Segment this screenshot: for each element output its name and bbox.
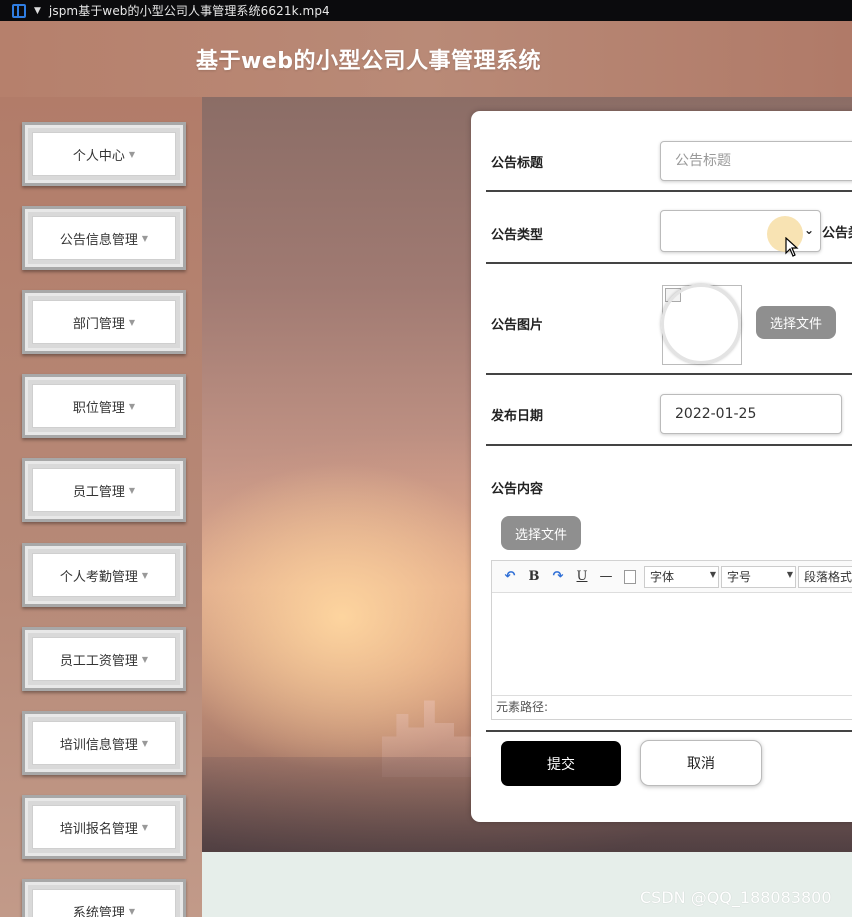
sidebar-item-label: 部门管理 [72, 316, 125, 332]
site-title: 基于web的小型公司人事管理系统 [196, 49, 541, 74]
dropdown-arrow-icon: ▼ [128, 906, 136, 916]
sidebar-item-label: 公告信息管理 [59, 232, 138, 248]
dropdown-arrow-icon: ▼ [128, 317, 136, 327]
sidebar: 个人中心 ▼ 公告信息管理 ▼ 部门管理 ▼ 职位管理 ▼ 员工管理 ▼ 个人考勤管理 ▼ … [0, 97, 202, 917]
window-title: jspm基于web的小型公司人事管理系统6621k.mp4 [48, 4, 330, 18]
chevron-down-icon: ⌄ [803, 223, 814, 237]
editor-content-area[interactable] [492, 593, 852, 693]
image-preview[interactable] [661, 284, 742, 365]
sidebar-item-label: 职位管理 [72, 400, 125, 416]
rich-text-editor: ↶ B ↷ U — 字体 ▼ 字号 ▼ 段落格式 元素路径: [491, 560, 852, 720]
app-icon[interactable] [12, 3, 26, 18]
sidebar-item-attendance-management[interactable]: 个人考勤管理 ▼ [22, 543, 186, 607]
redo-icon[interactable]: ↷ [546, 569, 570, 584]
image-preview-ring [661, 284, 741, 364]
sidebar-item-label: 培训报名管理 [59, 821, 138, 837]
font-size-value: 字号 [727, 570, 752, 584]
form-divider [486, 718, 852, 732]
type-label: 公告类型 [491, 228, 544, 243]
sidebar-item-label: 员工管理 [72, 484, 125, 500]
dropdown-arrow-icon: ▼ [786, 569, 793, 579]
site-header: 基于web的小型公司人事管理系统 [0, 21, 852, 97]
underline-icon[interactable]: U [570, 569, 594, 584]
paragraph-format-value: 段落格式 [804, 570, 852, 584]
dropdown-arrow-icon: ▼ [141, 738, 149, 748]
sidebar-item-position-management[interactable]: 职位管理 ▼ [22, 374, 186, 438]
sidebar-item-label: 培训信息管理 [59, 737, 138, 753]
sidebar-item-department-management[interactable]: 部门管理 ▼ [22, 290, 186, 354]
video-title-bar: ▼ jspm基于web的小型公司人事管理系统6621k.mp4 [0, 0, 852, 21]
dropdown-arrow-icon: ▼ [141, 822, 149, 832]
font-size-select[interactable]: 字号 ▼ [721, 565, 796, 588]
sidebar-item-system-management[interactable]: 系统管理 ▼ [22, 879, 186, 917]
editor-element-path: 元素路径: [492, 695, 852, 719]
dropdown-arrow-icon: ▼ [128, 401, 136, 411]
paragraph-format-select[interactable]: 段落格式 [798, 565, 852, 588]
sidebar-item-label: 员工工资管理 [59, 653, 138, 669]
dropdown-arrow-icon: ▼ [141, 570, 149, 580]
image-label: 公告图片 [491, 318, 544, 333]
cancel-button[interactable]: 取消 [640, 740, 762, 786]
title-input[interactable] [660, 141, 852, 181]
dropdown-caret-icon[interactable]: ▼ [34, 6, 41, 16]
notice-form-card: 公告标题 公告类型 ⌄ 公告类 公告图片 选择文件 发布日期 2022-01-2… [471, 111, 852, 822]
csdn-watermark: CSDN @QQ_188083800 [640, 888, 832, 907]
mouse-cursor-icon [785, 236, 799, 260]
date-label: 发布日期 [491, 409, 544, 424]
sidebar-item-employee-management[interactable]: 员工管理 ▼ [22, 458, 186, 522]
image-choose-file-button[interactable]: 选择文件 [756, 306, 836, 339]
sidebar-item-label: 个人中心 [72, 148, 125, 164]
dropdown-arrow-icon: ▼ [141, 233, 149, 243]
dropdown-arrow-icon: ▼ [128, 485, 136, 495]
submit-button[interactable]: 提交 [501, 741, 621, 786]
editor-toolbar: ↶ B ↷ U — 字体 ▼ 字号 ▼ 段落格式 [492, 561, 852, 593]
sidebar-item-salary-management[interactable]: 员工工资管理 ▼ [22, 627, 186, 691]
undo-icon[interactable]: ↶ [498, 569, 522, 584]
title-label: 公告标题 [491, 156, 544, 171]
content-choose-file-button[interactable]: 选择文件 [501, 516, 581, 550]
dropdown-arrow-icon: ▼ [709, 569, 716, 579]
dropdown-arrow-icon: ▼ [128, 149, 136, 159]
sidebar-item-training-info-management[interactable]: 培训信息管理 ▼ [22, 711, 186, 775]
horizontal-rule-icon[interactable]: — [594, 569, 618, 584]
sidebar-item-notice-management[interactable]: 公告信息管理 ▼ [22, 206, 186, 270]
font-family-value: 字体 [650, 570, 675, 584]
content-label: 公告内容 [491, 482, 544, 497]
document-icon[interactable] [624, 569, 636, 584]
date-input[interactable]: 2022-01-25 [660, 394, 842, 434]
sidebar-item-label: 系统管理 [72, 905, 125, 917]
font-family-select[interactable]: 字体 ▼ [644, 565, 719, 588]
bold-icon[interactable]: B [522, 569, 546, 584]
sidebar-item-training-signup-management[interactable]: 培训报名管理 ▼ [22, 795, 186, 859]
sidebar-item-label: 个人考勤管理 [59, 569, 138, 585]
type-trailing-label: 公告类 [822, 226, 852, 241]
sidebar-item-personal-center[interactable]: 个人中心 ▼ [22, 122, 186, 186]
dropdown-arrow-icon: ▼ [141, 654, 149, 664]
